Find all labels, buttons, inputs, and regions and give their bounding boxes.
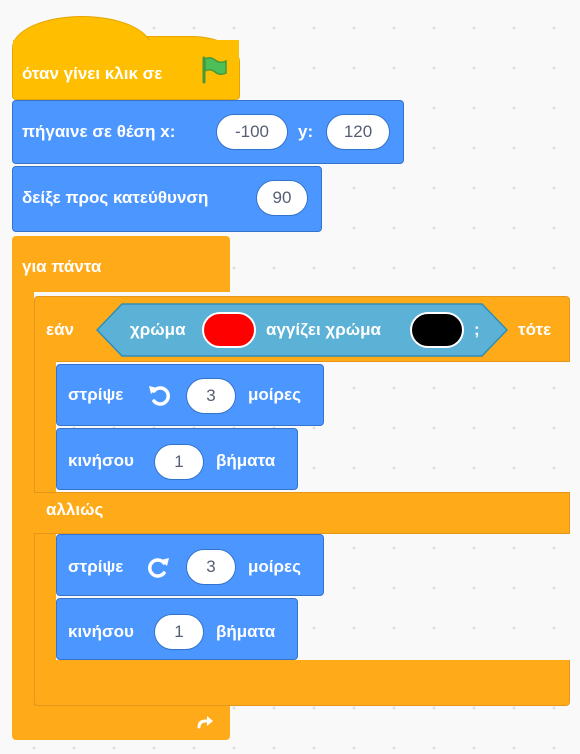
condition-end-label: ; xyxy=(474,320,480,339)
goto-label: πήγαινε σε θέση x: xyxy=(22,122,176,141)
point-direction-label: δείξε προς κατεύθυνση xyxy=(22,188,209,207)
turn-left-label: στρίψε xyxy=(68,385,124,404)
turn-left-unit: μοίρες xyxy=(248,385,301,404)
loop-arrow-icon xyxy=(197,716,213,729)
turn-right-unit: μοίρες xyxy=(248,557,301,576)
forever-left-arm xyxy=(12,290,34,710)
move-steps-input-1[interactable]: 1 xyxy=(154,444,204,480)
color-swatch-red[interactable] xyxy=(202,312,256,348)
rotate-right-icon xyxy=(148,558,169,578)
goto-y-input[interactable]: 120 xyxy=(326,114,390,150)
green-flag-icon[interactable] xyxy=(200,56,230,84)
turn-right-label: στρίψε xyxy=(68,557,124,576)
condition-touching-label: αγγίζει χρώμα xyxy=(266,320,381,339)
else-row xyxy=(34,492,570,534)
move-label-2: κινήσου xyxy=(68,622,134,641)
then-label: τότε xyxy=(518,320,552,339)
goto-x-input[interactable]: -100 xyxy=(216,114,288,150)
move-unit-2: βήματα xyxy=(216,622,276,641)
color-swatch-black[interactable] xyxy=(410,312,464,348)
turn-left-degrees-input[interactable]: 3 xyxy=(186,378,236,414)
scripts-canvas: για πάντα εάν τότε αλλιώς χρώμα αγγίζει … xyxy=(0,0,580,754)
rotate-left-icon xyxy=(149,386,170,406)
move-label-1: κινήσου xyxy=(68,451,134,470)
condition-color-label: χρώμα xyxy=(130,320,186,339)
turn-right-degrees-input[interactable]: 3 xyxy=(186,549,236,585)
hat-label: όταν γίνει κλικ σε xyxy=(22,64,163,83)
move-steps-input-2[interactable]: 1 xyxy=(154,614,204,650)
direction-input[interactable]: 90 xyxy=(256,180,308,216)
forever-label: για πάντα xyxy=(22,257,102,276)
else-label: αλλιώς xyxy=(46,500,104,519)
goto-y-label: y: xyxy=(298,122,314,141)
if-else-bottom-arm xyxy=(34,660,570,706)
move-unit-1: βήματα xyxy=(216,451,276,470)
if-label: εάν xyxy=(46,320,74,339)
